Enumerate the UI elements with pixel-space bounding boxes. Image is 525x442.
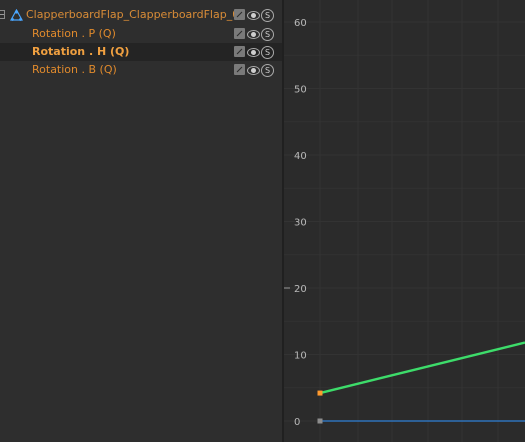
y-tick-label: 60 [294, 18, 307, 29]
timeline-tree-panel: ClapperboardFlap_ClapperboardFlap_0 S Ro… [0, 0, 282, 442]
track-row-rotation-h[interactable]: Rotation . H (Q) S [0, 43, 282, 61]
solo-icon[interactable]: S [261, 9, 274, 22]
visibility-eye-icon[interactable] [247, 11, 260, 20]
y-tick-label: 0 [294, 417, 300, 428]
track-label: Rotation . B (Q) [32, 63, 117, 76]
f-curve-canvas[interactable]: 60 50 40 30 20 10 0 [282, 0, 525, 442]
y-tick-label: 30 [294, 218, 307, 229]
track-label: Rotation . H (Q) [32, 45, 130, 58]
track-row-rotation-b[interactable]: Rotation . B (Q) S [0, 61, 282, 79]
visibility-eye-icon[interactable] [247, 48, 260, 57]
track-row-rotation-p[interactable]: Rotation . P (Q) S [0, 25, 282, 43]
y-tick-label: 50 [294, 85, 307, 96]
edit-icon[interactable] [234, 46, 245, 57]
object-row[interactable]: ClapperboardFlap_ClapperboardFlap_0 S [0, 0, 282, 22]
solo-icon[interactable]: S [261, 64, 274, 77]
rotation-h-curve [319, 341, 525, 395]
edit-icon[interactable] [234, 28, 245, 39]
visibility-eye-icon[interactable] [247, 66, 260, 75]
null-object-icon [10, 9, 23, 21]
y-tick-label: 10 [294, 351, 307, 362]
keyframe-marker [317, 418, 323, 424]
visibility-eye-icon[interactable] [247, 30, 260, 39]
collapse-toggle[interactable] [0, 10, 5, 19]
y-tick-label: 20 [294, 284, 307, 295]
solo-icon[interactable]: S [261, 46, 274, 59]
edit-icon[interactable] [234, 9, 245, 20]
solo-icon[interactable]: S [261, 28, 274, 41]
object-label: ClapperboardFlap_ClapperboardFlap_0 [26, 8, 240, 21]
edit-icon[interactable] [234, 64, 245, 75]
keyframe-marker-selected [317, 390, 323, 396]
track-label: Rotation . P (Q) [32, 27, 116, 40]
y-tick-label: 40 [294, 151, 307, 162]
f-curve-graph[interactable]: 60 50 40 30 20 10 0 [282, 0, 525, 442]
